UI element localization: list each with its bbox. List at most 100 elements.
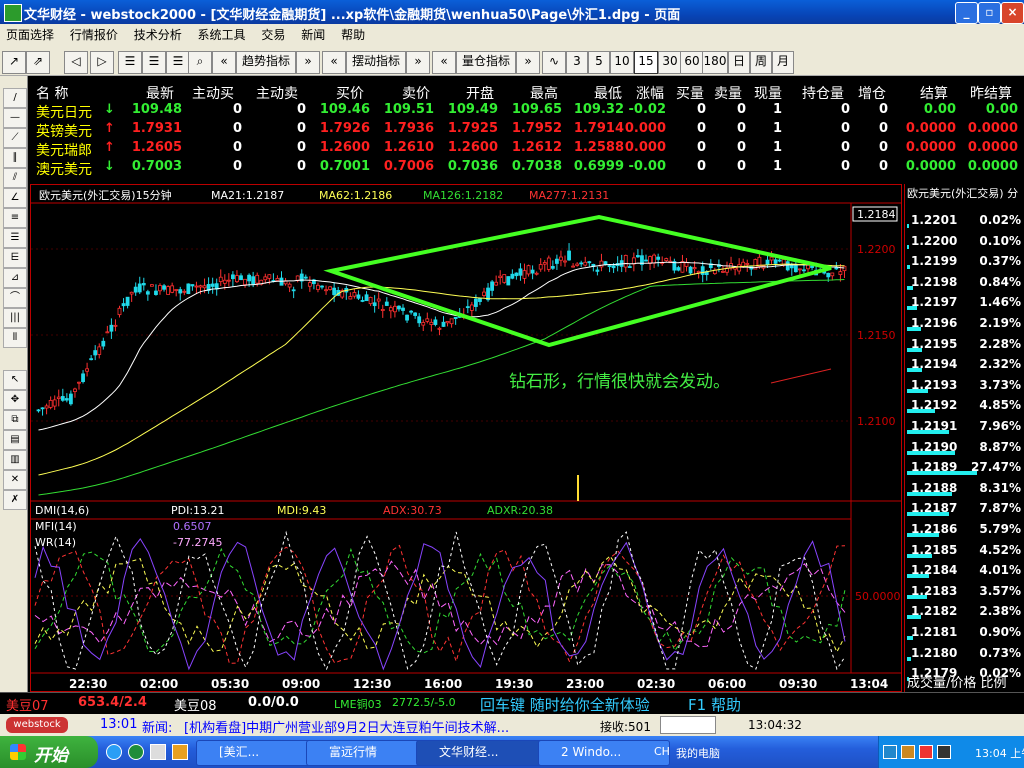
paste-icon[interactable]: ▥ [3, 450, 27, 470]
candle-body [56, 396, 61, 400]
maximize-button[interactable]: ▫ [978, 2, 1001, 24]
move-tool-icon[interactable]: ✥ [3, 390, 27, 410]
period-week-button[interactable]: 周 [750, 51, 772, 74]
next-icon[interactable]: ▷ [90, 51, 114, 74]
ray-tool-icon[interactable]: ⟋ [3, 128, 27, 148]
media-icon[interactable] [128, 744, 144, 760]
period-day-button[interactable]: 日 [728, 51, 750, 74]
cycle-tool-icon[interactable]: ||| [3, 308, 27, 328]
tray-icon[interactable] [937, 745, 951, 759]
angle-tool-icon[interactable]: ∠ [3, 188, 27, 208]
period-30-button[interactable]: 30 [658, 51, 682, 74]
period-60-button[interactable]: 60 [680, 51, 704, 74]
tray-icon[interactable] [901, 745, 915, 759]
minimize-button[interactable]: _ [955, 2, 978, 24]
volume-oi-indicator-button[interactable]: 量仓指标 [456, 51, 516, 74]
delete-icon[interactable]: ✕ [3, 470, 27, 490]
ticker-2-name[interactable]: 美豆08 [174, 695, 217, 714]
candle-body [696, 270, 701, 273]
price-level: 1.2180 [911, 645, 958, 660]
cell-prev-settle: 0.0000 [967, 121, 1018, 136]
right-arrows-icon[interactable]: » [516, 51, 540, 74]
close-button[interactable]: × [1001, 2, 1024, 24]
oscillator-indicator-button[interactable]: 摆动指标 [346, 51, 406, 74]
period-10-button[interactable]: 10 [610, 51, 634, 74]
ticker-1-name[interactable]: 美豆07 [6, 695, 49, 714]
line-tool-icon[interactable]: / [3, 88, 27, 108]
menu-tools[interactable]: 系统工具 [192, 24, 252, 46]
menu-quotes[interactable]: 行情报价 [64, 24, 124, 46]
title-bar[interactable]: 文华财经 - webstock2000 - [文华财经金融期货] ...xp软件… [0, 0, 1024, 24]
layout-3-icon[interactable]: ☰ [166, 51, 190, 74]
start-label: 开始 [34, 746, 68, 766]
delete-all-icon[interactable]: ✗ [3, 490, 27, 510]
lang-indicator[interactable]: CH [654, 745, 670, 758]
help-hint[interactable]: F1 帮助 [688, 694, 741, 715]
left-arrows-icon[interactable]: « [212, 51, 236, 74]
tray-icon[interactable] [919, 745, 933, 759]
list-item: 1.2186 5.79% [905, 519, 1024, 539]
task-windows[interactable]: 2 Windo... [538, 740, 670, 766]
zoom-in-chart-icon[interactable]: ⇗ [26, 51, 50, 74]
channel-tool-icon[interactable]: ⫽ [3, 168, 27, 188]
my-computer[interactable]: 我的电脑 [676, 745, 720, 761]
vline-tool-icon[interactable]: ⫴ [3, 328, 27, 348]
volume-percent: 8.31% [979, 480, 1021, 495]
tray-icon[interactable] [883, 745, 897, 759]
period-180-button[interactable]: 180 [702, 51, 728, 74]
news-input[interactable] [660, 716, 716, 734]
candle-body [550, 266, 555, 269]
start-button[interactable]: 开始 [0, 736, 98, 768]
candle-body [567, 250, 571, 261]
task-wenhua[interactable]: 文华财经... [416, 740, 556, 766]
table-row[interactable]: 澳元美元 ↓ 0.7003 0 0 0.7001 0.7006 0.7036 0.7038 0.6… [30, 159, 1024, 178]
document-icon[interactable]: ▤ [3, 430, 27, 450]
folder-icon[interactable] [172, 744, 188, 760]
period-month-button[interactable]: 月 [772, 51, 794, 74]
left-arrows-icon[interactable]: « [432, 51, 456, 74]
ticker-3-name[interactable]: LME铜03 [334, 696, 382, 712]
task-fuyuan[interactable]: 富远行情 [306, 740, 434, 766]
tray-clock[interactable]: 13:04 上午 [975, 745, 1024, 761]
menu-technical[interactable]: 技术分析 [128, 24, 188, 46]
chart-line-icon[interactable]: ∿ [542, 51, 566, 74]
diamond-pattern[interactable] [323, 214, 832, 348]
gann-tool-icon[interactable]: ⊿ [3, 268, 27, 288]
menu-help[interactable]: 帮助 [335, 24, 371, 46]
hline-tool-icon[interactable]: — [3, 108, 27, 128]
pointer-tool-icon[interactable]: ↖ [3, 370, 27, 390]
desktop-icon[interactable] [150, 744, 166, 760]
prev-icon[interactable]: ◁ [64, 51, 88, 74]
chart-canvas[interactable]: 欧元美元(外汇交易)15分钟 MA21:1.2187 MA62:1.2186 M… [31, 185, 901, 691]
period-3-button[interactable]: 3 [566, 51, 588, 74]
layout-2-icon[interactable]: ☰ [142, 51, 166, 74]
left-arrows-icon[interactable]: « [322, 51, 346, 74]
levels-tool-icon[interactable]: ☰ [3, 228, 27, 248]
task-usd[interactable]: [美汇... [196, 740, 324, 766]
candle-body [806, 264, 810, 270]
table-row[interactable]: 英镑美元 ↑ 1.7931 0 0 1.7926 1.7936 1.7925 1.7952 1.7… [30, 121, 1024, 140]
app-icon[interactable] [4, 4, 22, 22]
news-headline[interactable]: [机构看盘]中期广州营业部9月2日大连豆粕午间技术解... [184, 717, 509, 736]
menu-news[interactable]: 新闻 [295, 24, 331, 46]
menu-trade[interactable]: 交易 [255, 24, 291, 46]
trend-indicator-button[interactable]: 趋势指标 [236, 51, 296, 74]
trend-line-icon[interactable]: ↗ [2, 51, 26, 74]
right-arrows-icon[interactable]: » [406, 51, 430, 74]
search-icon[interactable]: ⌕ [188, 51, 212, 74]
ie-icon[interactable] [106, 744, 122, 760]
table-row[interactable]: 美元日元 ↓ 109.48 0 0 109.46 109.51 109.49 109.65 109… [30, 102, 1024, 121]
copy-tool-icon[interactable]: ⧉ [3, 410, 27, 430]
menu-page-select[interactable]: 页面选择 [0, 24, 60, 46]
price-level: 1.2188 [911, 480, 958, 495]
fan-tool-icon[interactable]: ⋿ [3, 248, 27, 268]
fibo-tool-icon[interactable]: ≡ [3, 208, 27, 228]
right-arrows-icon[interactable]: » [296, 51, 320, 74]
period-5-button[interactable]: 5 [588, 51, 610, 74]
arc-tool-icon[interactable]: ⌒ [3, 288, 27, 308]
table-row[interactable]: 美元瑞郎 ↑ 1.2605 0 0 1.2600 1.2610 1.2600 1.2612 1.2… [30, 140, 1024, 159]
kline-chart[interactable]: 欧元美元(外汇交易)15分钟 MA21:1.2187 MA62:1.2186 M… [30, 184, 902, 692]
layout-1-icon[interactable]: ☰ [118, 51, 142, 74]
period-15-button[interactable]: 15 [634, 51, 658, 74]
parallel-tool-icon[interactable]: ∥ [3, 148, 27, 168]
